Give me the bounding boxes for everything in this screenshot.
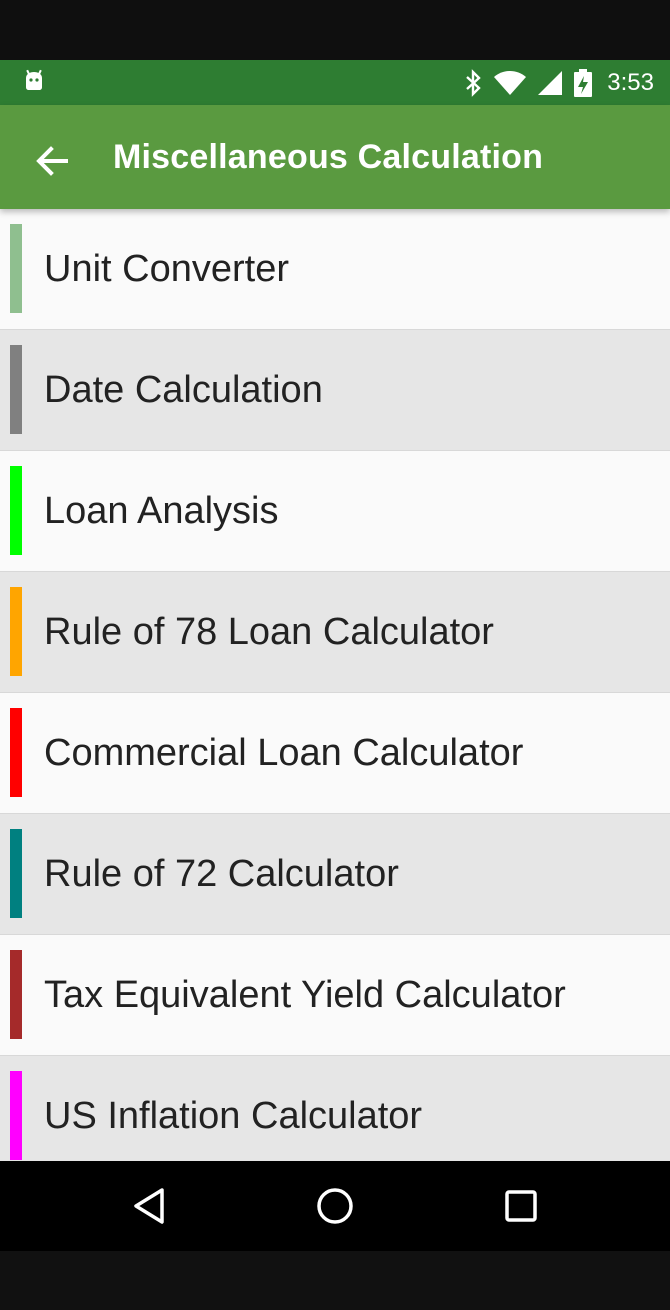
status-bar: 3:53	[0, 60, 670, 105]
list-item-label: Unit Converter	[44, 248, 289, 290]
navigation-bar	[0, 1161, 670, 1251]
color-marker	[10, 1071, 22, 1160]
list-item-loan-analysis[interactable]: Loan Analysis	[0, 451, 670, 572]
color-marker	[10, 950, 22, 1039]
color-marker	[10, 224, 22, 313]
list-item-date-calculation[interactable]: Date Calculation	[0, 330, 670, 451]
list-item-us-inflation[interactable]: US Inflation Calculator	[0, 1056, 670, 1161]
battery-icon	[574, 68, 593, 97]
list-item-label: Date Calculation	[44, 369, 323, 411]
list-item-label: Rule of 78 Loan Calculator	[44, 611, 494, 653]
list-item-rule-of-78[interactable]: Rule of 78 Loan Calculator	[0, 572, 670, 693]
list-item-label: Loan Analysis	[44, 490, 279, 532]
home-circle-icon[interactable]	[312, 1183, 358, 1229]
color-marker	[10, 829, 22, 918]
list-item-label: US Inflation Calculator	[44, 1095, 423, 1137]
list-item-unit-converter[interactable]: Unit Converter	[0, 209, 670, 330]
page-title: Miscellaneous Calculation	[113, 138, 544, 176]
bottom-black-area	[0, 1251, 670, 1310]
android-icon	[26, 69, 42, 90]
list-item-commercial-loan[interactable]: Commercial Loan Calculator	[0, 693, 670, 814]
list-item-label: Tax Equivalent Yield Calculator	[44, 974, 566, 1016]
recents-square-icon[interactable]	[498, 1183, 544, 1229]
top-black-area	[0, 0, 670, 60]
app-bar: Miscellaneous Calculation	[0, 105, 670, 209]
color-marker	[10, 466, 22, 555]
color-marker	[10, 587, 22, 676]
color-marker	[10, 345, 22, 434]
list-item-tax-equivalent-yield[interactable]: Tax Equivalent Yield Calculator	[0, 935, 670, 1056]
color-marker	[10, 708, 22, 797]
calculator-list: Unit Converter Date Calculation Loan Ana…	[0, 209, 670, 1161]
list-item-label: Rule of 72 Calculator	[44, 853, 399, 895]
arrow-left-icon[interactable]	[30, 139, 74, 183]
wifi-icon	[494, 70, 527, 95]
back-triangle-icon[interactable]	[126, 1183, 172, 1229]
status-time: 3:53	[607, 68, 654, 96]
bluetooth-icon	[466, 68, 482, 97]
signal-icon	[538, 70, 563, 95]
list-item-rule-of-72[interactable]: Rule of 72 Calculator	[0, 814, 670, 935]
list-item-label: Commercial Loan Calculator	[44, 732, 524, 774]
